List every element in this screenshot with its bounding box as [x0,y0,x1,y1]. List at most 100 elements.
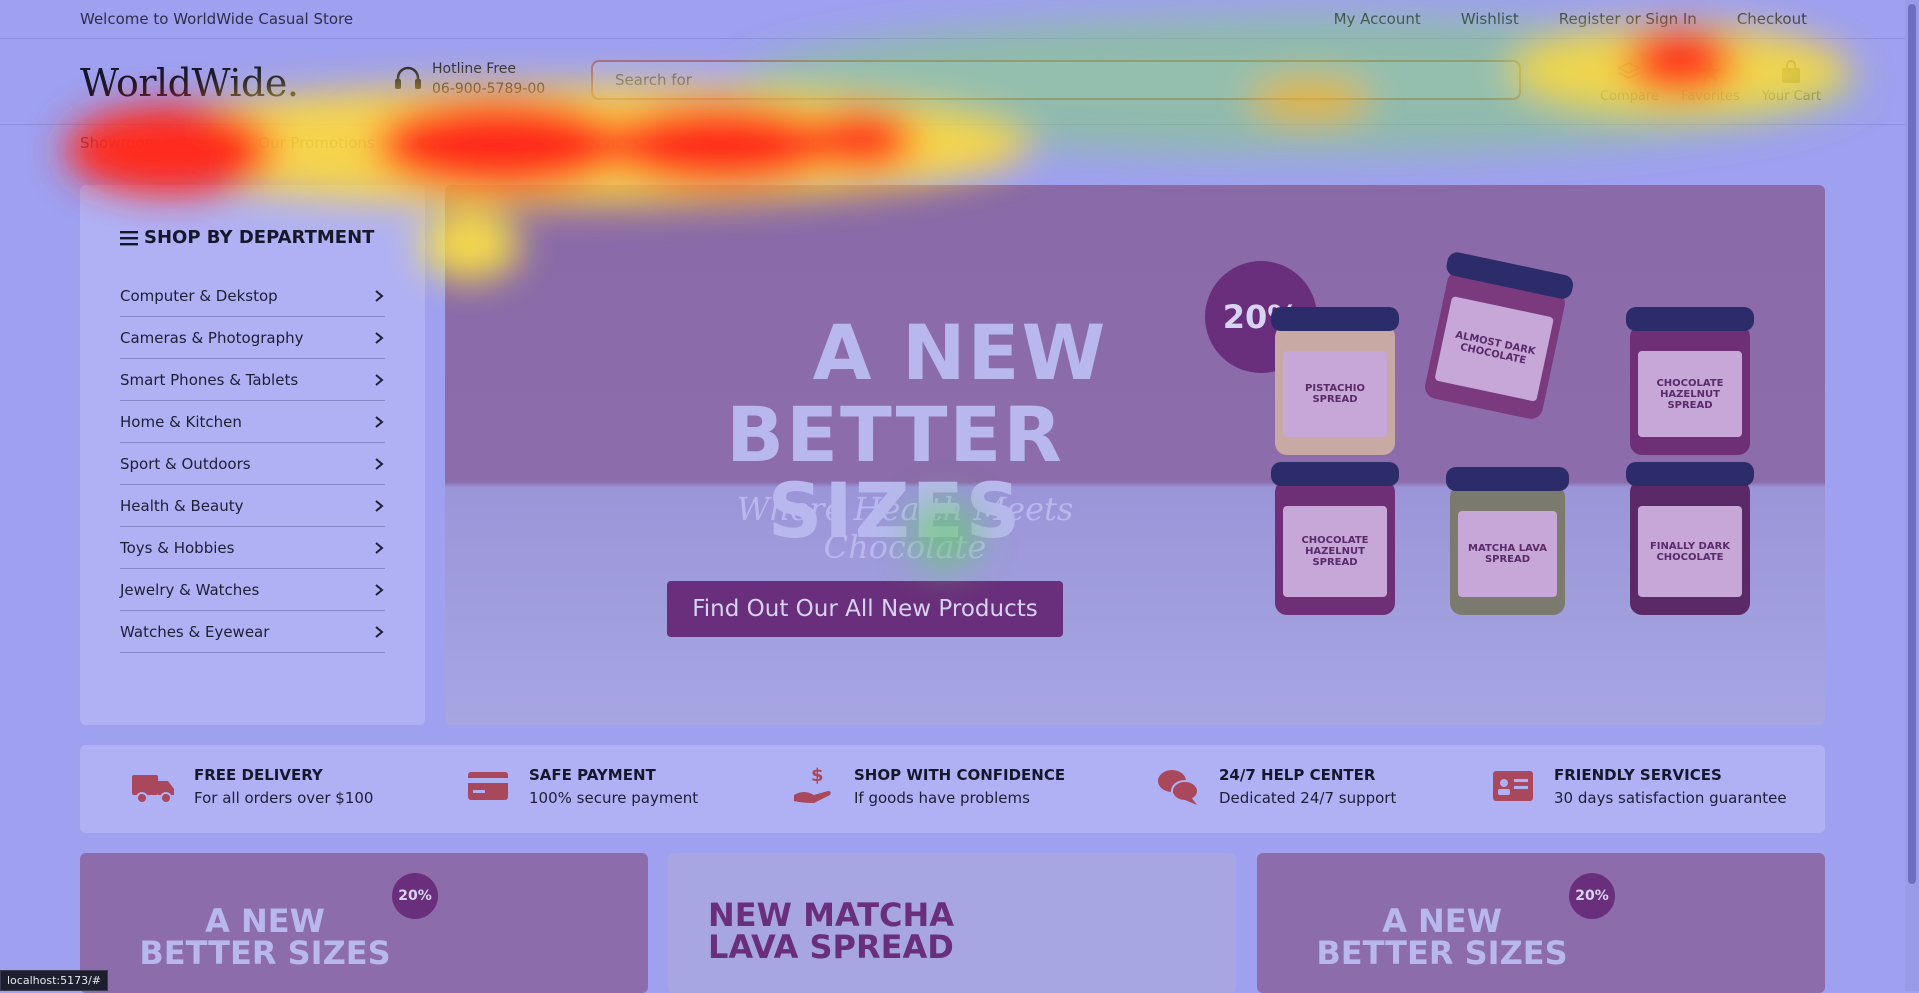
logo[interactable]: WorldWide. [80,61,299,105]
chevron-right-icon [375,289,384,302]
nav-services[interactable]: Services [577,134,640,152]
category-item[interactable]: Health & Beauty [120,485,385,527]
feature-title: FRIENDLY SERVICES [1554,765,1722,784]
truck-icon [132,775,174,804]
product-jar: CHOCOLATE HAZELNUT SPREAD [1271,462,1399,615]
checkout-link[interactable]: Checkout [1737,10,1807,28]
feature-subtitle: Dedicated 24/7 support [1219,788,1397,807]
hero-subtitle: Where Health Meets Chocolate [736,490,1074,566]
department-sidebar: SHOP BY DEPARTMENT Computer & Dekstop Ca… [80,185,425,725]
feature-subtitle: For all orders over $100 [194,788,374,807]
menu-icon [120,230,138,245]
category-label: Health & Beauty [120,496,244,515]
category-item[interactable]: Toys & Hobbies [120,527,385,569]
search-input[interactable] [613,70,1519,90]
cart-button[interactable]: Your Cart [1762,59,1821,104]
promo-tile[interactable]: A NEW BETTER SIZES 20% [1257,853,1825,993]
money-hand-icon: $ [794,765,831,803]
category-item[interactable]: Jewelry & Watches [120,569,385,611]
product-jar: ALMOST DARK CHOCOLATE [1422,250,1575,422]
feature-title: SAFE PAYMENT [529,765,656,784]
chevron-right-icon [375,625,384,638]
header-icons: Compare Favorites Your Cart [1600,59,1821,104]
jar-label: CHOCOLATE HAZELNUT SPREAD [1638,351,1742,437]
top-bar: Welcome to WorldWide Casual Store My Acc… [0,0,1905,39]
product-jar: PISTACHIO SPREAD [1271,307,1399,455]
register-signin-link[interactable]: Register or Sign In [1559,10,1697,28]
scrollbar-thumb[interactable] [1908,4,1916,884]
category-label: Toys & Hobbies [120,538,235,557]
feature-subtitle: If goods have problems [854,788,1030,807]
chevron-right-icon [375,373,384,386]
jar-label: FINALLY DARK CHOCOLATE [1638,506,1742,597]
promo-line2: LAVA SPREAD [708,928,954,966]
chevron-right-icon [375,415,384,428]
find-products-button[interactable]: Find Out Our All New Products [667,581,1063,637]
search-box [591,60,1521,100]
wishlist-link[interactable]: Wishlist [1461,10,1519,28]
product-jar: FINALLY DARK CHOCOLATE [1626,462,1754,615]
category-label: Smart Phones & Tablets [120,370,299,389]
svg-text:$: $ [811,765,824,786]
compare-button[interactable]: Compare [1600,59,1659,104]
nav-our-promotions[interactable]: Our Promotions [258,134,374,152]
promo-badge: 20% [1569,873,1615,919]
promo-line1: A NEW [205,902,325,940]
nav-showroom-system[interactable]: Showroom system [80,134,218,152]
department-heading[interactable]: SHOP BY DEPARTMENT [120,227,374,248]
main-nav: Showroom system Our Promotions Track you… [80,134,817,152]
feature-help-center: 24/7 HELP CENTER Dedicated 24/7 support [1155,763,1396,809]
hotline-number: 06-900-5789-00 [432,81,546,97]
category-label: Computer & Dekstop [120,286,278,305]
hero-banner[interactable]: A NEW BETTER SIZES Where Health Meets Ch… [445,185,1825,725]
jar-label: ALMOST DARK CHOCOLATE [1434,296,1554,402]
favorites-button[interactable]: Favorites [1681,59,1740,104]
chat-icon [1158,770,1199,805]
my-account-link[interactable]: My Account [1334,10,1421,28]
category-item[interactable]: Computer & Dekstop [120,275,385,317]
cart-icon [1782,60,1801,83]
feature-subtitle: 30 days satisfaction guarantee [1554,788,1787,807]
headset-icon [395,66,421,89]
status-bar-url: localhost:5173/# [0,970,108,991]
id-card-icon [1493,771,1533,801]
hotline: Hotline Free 06-900-5789-00 [392,61,545,97]
category-label: Home & Kitchen [120,412,242,431]
promo-line2: BETTER SIZES [1316,934,1568,972]
promo-line2: BETTER SIZES [139,934,391,972]
category-label: Watches & Eyewear [120,622,270,641]
features-strip: FREE DELIVERY For all orders over $100 SA… [80,745,1825,833]
top-links: My Account Wishlist Register or Sign In … [1334,10,1807,28]
compare-icon [1617,61,1642,80]
chevron-right-icon [375,331,384,344]
promo-tile[interactable]: A NEW BETTER SIZES 20% [80,853,648,993]
chevron-right-icon [375,583,384,596]
jar-label: MATCHA LAVA SPREAD [1458,511,1557,597]
feature-subtitle: 100% secure payment [529,788,699,807]
chevron-right-icon [375,457,384,470]
product-jar: CHOCOLATE HAZELNUT SPREAD [1626,307,1754,455]
nav-track-order[interactable]: Track your order [415,134,538,152]
feature-safe-payment: SAFE PAYMENT 100% secure payment [465,763,698,809]
feature-shop-confidence: $ SHOP WITH CONFIDENCE If goods have prob… [790,763,1065,809]
category-item[interactable]: Sport & Outdoors [120,443,385,485]
header: WorldWide. Hotline Free 06-900-5789-00 C… [0,39,1905,125]
category-item[interactable]: Watches & Eyewear [120,611,385,653]
promo-badge: 20% [392,873,438,919]
chevron-right-icon [375,499,384,512]
department-title: SHOP BY DEPARTMENT [144,227,375,248]
jar-label: PISTACHIO SPREAD [1283,351,1387,437]
category-list: Computer & Dekstop Cameras & Photography… [120,275,385,653]
welcome-text: Welcome to WorldWide Casual Store [80,10,354,28]
category-item[interactable]: Smart Phones & Tablets [120,359,385,401]
feature-title: FREE DELIVERY [194,765,323,784]
promo-tile[interactable]: NEW MATCHA LAVA SPREAD [668,853,1236,993]
compare-label: Compare [1600,89,1659,104]
category-item[interactable]: Home & Kitchen [120,401,385,443]
hero-title-line1: A NEW [812,308,1108,397]
category-item[interactable]: Cameras & Photography [120,317,385,359]
page-scrollbar[interactable] [1905,0,1919,991]
feature-free-delivery: FREE DELIVERY For all orders over $100 [130,763,373,809]
nav-support-customer[interactable]: Support Customer [680,134,817,152]
favorites-label: Favorites [1680,89,1740,104]
